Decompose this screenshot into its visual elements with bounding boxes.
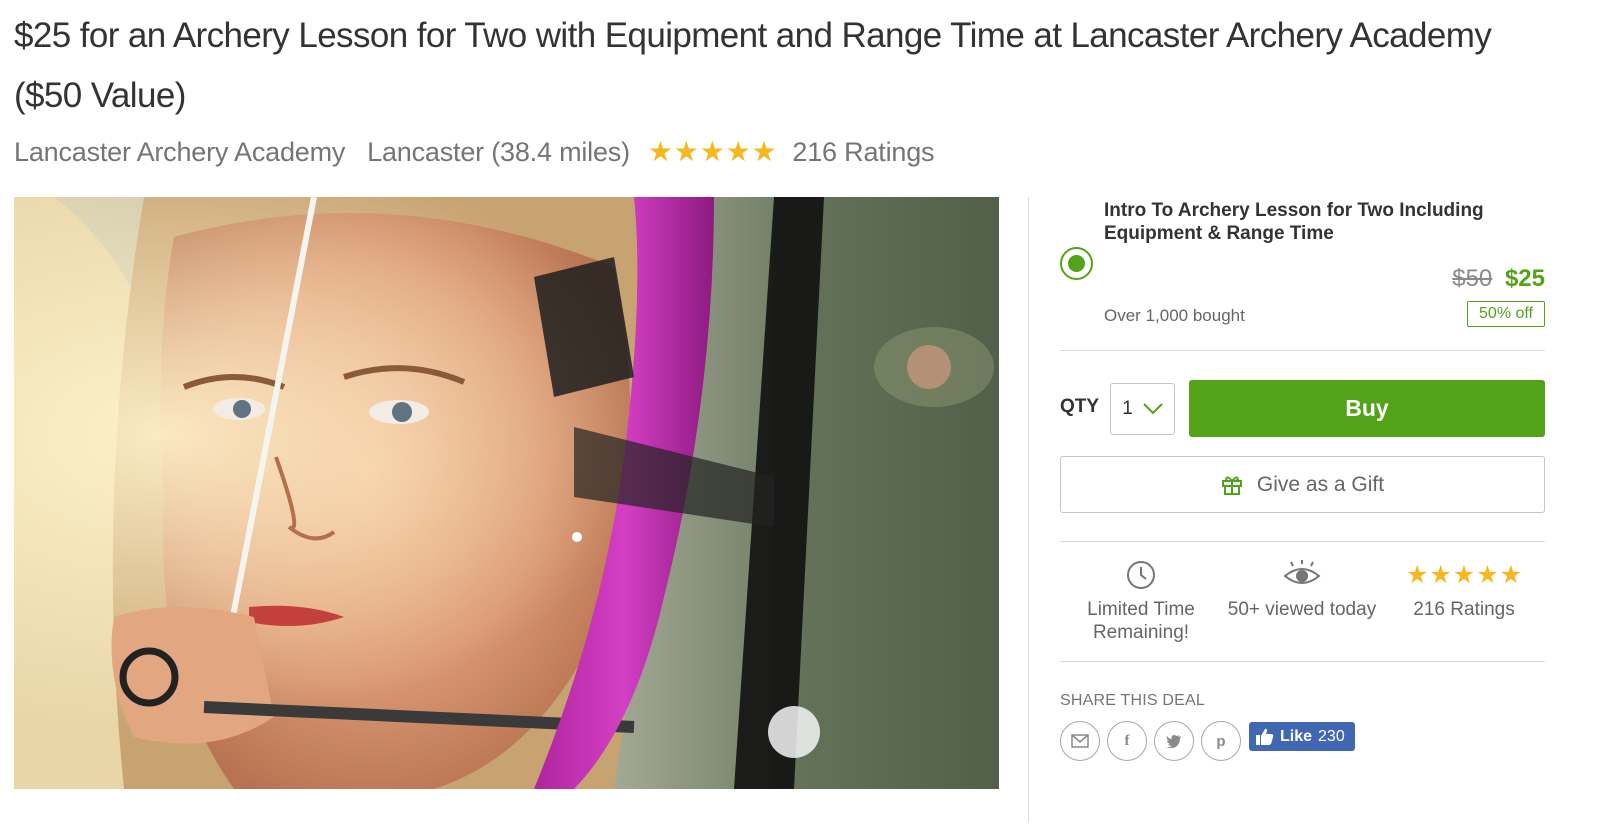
feature-ratings-label: 216 Ratings [1413,599,1515,620]
facebook-share-button[interactable]: f [1107,721,1147,761]
star-icon: ★ [1429,560,1452,589]
star-icon: ★ [751,136,777,167]
option-radio[interactable] [1060,247,1093,280]
like-label: Like [1280,727,1313,745]
share-label: SHARE THIS DEAL [1060,692,1205,709]
divider [1060,661,1545,662]
deal-meta: Lancaster Archery Academy Lancaster (38.… [14,132,935,172]
qty-value: 1 [1122,398,1133,419]
star-icon: ★ [647,136,673,167]
buy-button[interactable]: Buy [1189,380,1545,437]
rating-stars[interactable]: ★ ★ ★ ★ ★ [648,138,777,166]
quantity-select[interactable]: 1 [1110,383,1175,435]
bought-count: Over 1,000 bought [1104,306,1245,325]
original-price: $50 [1452,265,1493,292]
deal-option[interactable]: Intro To Archery Lesson for Two Includin… [1060,197,1545,337]
star-icon: ★ [725,136,751,167]
archer-photo [14,197,999,789]
like-count: 230 [1318,727,1345,745]
column-divider [1028,197,1029,822]
deal-hero-image[interactable] [14,197,999,789]
location-text: Lancaster (38.4 miles) [367,136,630,167]
star-icon: ★ [1499,560,1523,589]
option-title: Intro To Archery Lesson for Two Includin… [1104,200,1484,244]
option-price: $50 $25 [1452,265,1545,293]
deal-title: $25 for an Archery Lesson for Two with E… [14,16,1492,115]
gift-button[interactable]: Give as a Gift [1060,456,1545,513]
ratings-count-link[interactable]: 216 Ratings [792,137,934,168]
sale-price: $25 [1504,265,1545,292]
limited-time-label: Limited Time Remaining! [1087,599,1195,643]
limited-time-feature: Limited Time Remaining! [1066,560,1216,644]
pinterest-share-button[interactable]: p [1201,721,1241,761]
gift-icon [1221,476,1242,495]
thumbs-up-icon [1256,728,1274,745]
gift-label: Give as a Gift [1256,472,1385,496]
star-icon: ★ [1452,560,1476,589]
facebook-icon: f [1124,732,1130,749]
star-icon: ★ [673,136,699,167]
star-icon: ★ [1476,560,1499,589]
divider [1060,541,1545,542]
star-icon: ★ [1405,560,1429,589]
viewed-feature: 50+ viewed today [1227,560,1377,621]
twitter-share-button[interactable] [1154,721,1194,761]
chevron-down-icon [1143,403,1163,415]
email-icon [1071,734,1089,748]
qty-label: QTY [1060,396,1100,417]
eye-icon [1283,560,1321,584]
discount-badge: 50% off [1467,301,1545,327]
clock-icon [1127,561,1155,589]
email-share-button[interactable] [1060,721,1100,761]
feature-rating-stars: ★ ★ ★ ★ ★ [1389,560,1539,590]
divider [1060,350,1545,351]
pinterest-icon: p [1216,732,1226,750]
facebook-like-button[interactable]: Like 230 [1249,722,1355,751]
star-icon: ★ [699,136,725,167]
share-icons: f p [1060,721,1241,761]
viewed-label: 50+ viewed today [1227,599,1377,620]
merchant-link[interactable]: Lancaster Archery Academy [14,137,345,168]
ratings-feature[interactable]: ★ ★ ★ ★ ★ 216 Ratings [1389,560,1539,621]
twitter-icon [1166,735,1181,748]
